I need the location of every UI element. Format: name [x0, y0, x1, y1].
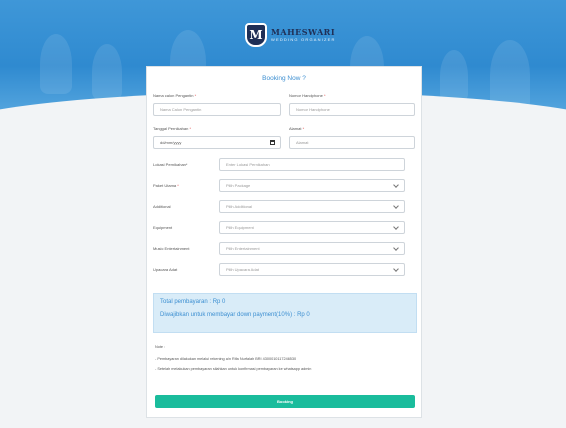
paket-value: Pilih Package [226, 183, 251, 188]
tanggal-date-input[interactable]: dd/mm/yyyy [153, 136, 281, 149]
chevron-down-icon [393, 202, 399, 209]
hero-figure [40, 34, 72, 94]
brand-logo[interactable]: M MAHESWARI WEDDING ORGANIZER [245, 22, 336, 48]
note-line: - Setelah melakukan pembayaran silahkan … [155, 367, 312, 371]
hero-figure [92, 44, 122, 100]
payment-summary: Total pembayaran : Rp 0 Diwajibkan untuk… [153, 293, 417, 333]
upacara-value: Pilih Upacara Adat [226, 267, 259, 272]
chevron-down-icon [393, 181, 399, 188]
chevron-down-icon [393, 223, 399, 230]
brand-tagline: WEDDING ORGANIZER [271, 37, 336, 42]
down-payment: Diwajibkan untuk membayar down payment(1… [160, 312, 310, 318]
calendar-icon[interactable] [270, 140, 275, 145]
hp-label: Nomor Handphone * [289, 93, 326, 98]
nama-label: Nama calon Pengantin * [153, 93, 197, 98]
alamat-input[interactable]: Alamat [289, 136, 415, 149]
tanggal-label: Tanggal Pernikahan * [153, 126, 192, 131]
lokasi-input[interactable]: Enter Lokasi Pernikahan [219, 158, 405, 171]
chevron-down-icon [393, 265, 399, 272]
hp-input[interactable]: Nomor Handphone [289, 103, 415, 116]
nama-input[interactable]: Nama Calon Pengantin [153, 103, 281, 116]
additional-select[interactable]: Pilih Additional [219, 200, 405, 213]
additional-label: Additional [153, 204, 171, 209]
note-heading: Note : [155, 345, 166, 349]
booking-button[interactable]: Booking [155, 395, 415, 408]
equipment-select[interactable]: Pilih Equipment [219, 221, 405, 234]
equipment-value: Pilih Equipment [226, 225, 254, 230]
lokasi-label: Lokasi Pernikahan* [153, 162, 188, 167]
hero-figure [440, 50, 468, 102]
music-label: Music Entertainment [153, 246, 190, 251]
paket-label: Paket Utama * [153, 183, 179, 188]
logo-shield-icon: M [245, 23, 267, 47]
music-select[interactable]: Pilih Entertainment [219, 242, 405, 255]
hero-figure [490, 40, 530, 110]
upacara-select[interactable]: Pilih Upacara Adat [219, 263, 405, 276]
tanggal-value: dd/mm/yyyy [160, 140, 182, 145]
total-payment: Total pembayaran : Rp 0 [160, 299, 226, 305]
form-title: Booking Now ? [262, 75, 306, 82]
equipment-label: Equipment [153, 225, 173, 230]
alamat-label: Alamat * [289, 126, 305, 131]
booking-form-card: Booking Now ? Nama calon Pengantin * Nam… [146, 66, 422, 418]
music-value: Pilih Entertainment [226, 246, 260, 251]
paket-select[interactable]: Pilih Package [219, 179, 405, 192]
additional-value: Pilih Additional [226, 204, 253, 209]
upacara-label: Upacara Adat [153, 267, 178, 272]
note-line: - Pembayaran dilakukan melalui rekening … [155, 357, 297, 361]
brand-name: MAHESWARI [271, 27, 336, 37]
chevron-down-icon [393, 244, 399, 251]
